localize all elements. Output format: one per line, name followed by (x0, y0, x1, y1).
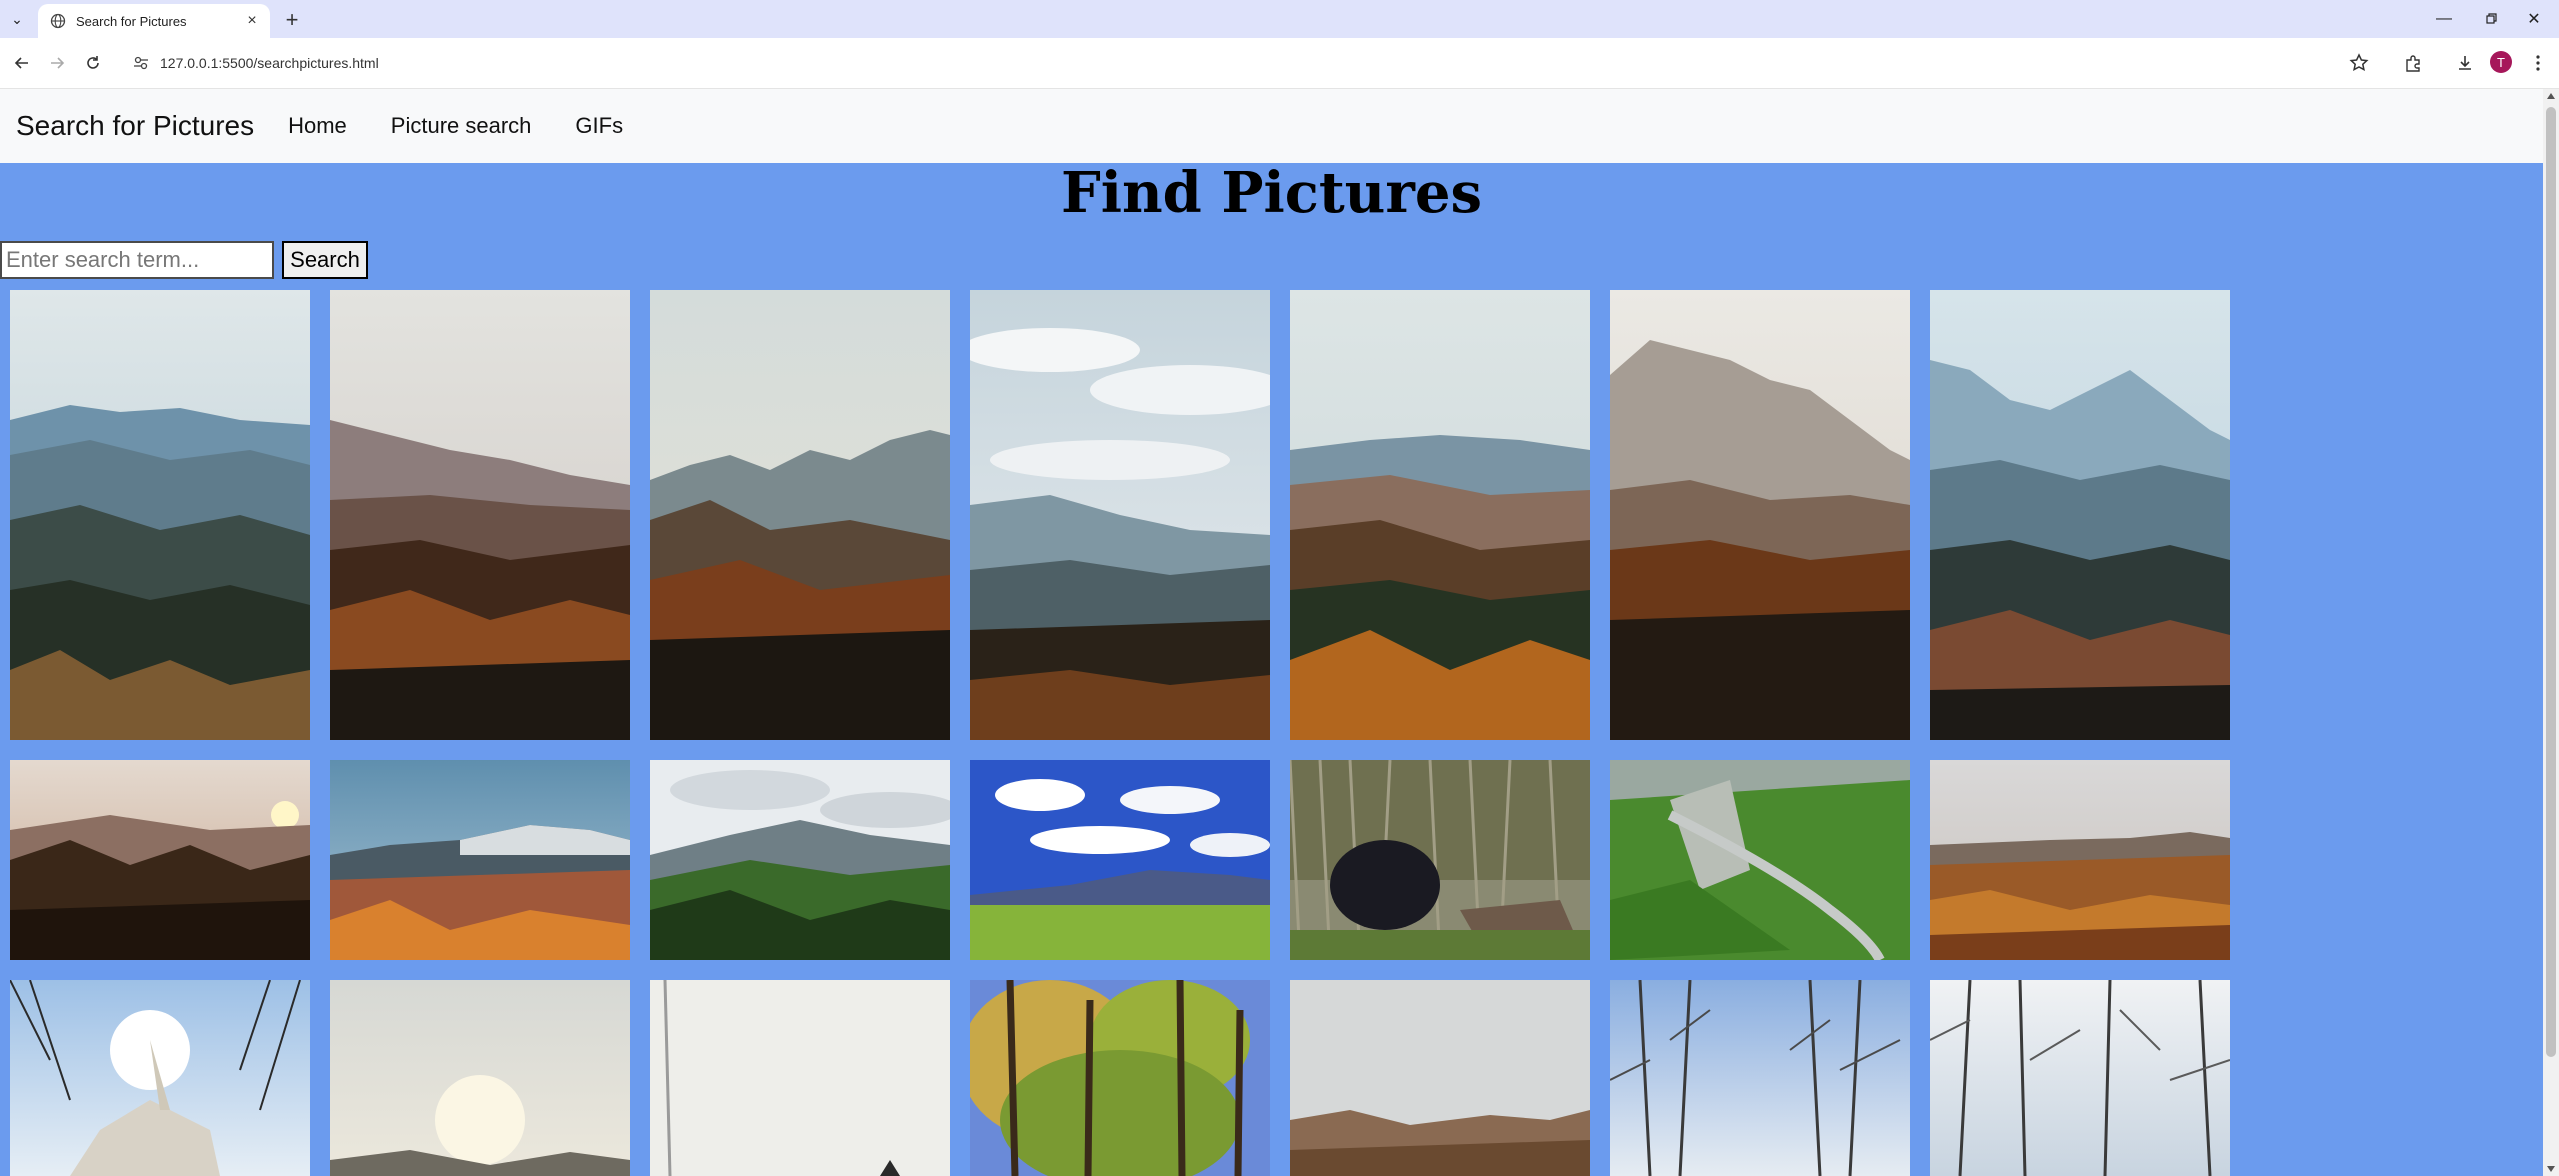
browser-tab-active[interactable]: Search for Pictures × (38, 4, 270, 38)
globe-icon (50, 13, 66, 29)
minimize-icon[interactable]: — (2424, 6, 2464, 32)
gallery-photo[interactable] (650, 760, 950, 960)
gallery-photo[interactable] (330, 980, 630, 1176)
nav-link-picture-search[interactable]: Picture search (391, 113, 532, 139)
gallery-photo[interactable] (1290, 760, 1590, 960)
extensions-icon[interactable] (2400, 50, 2426, 76)
gallery-photo[interactable] (1930, 980, 2230, 1176)
gallery-photo[interactable] (1930, 290, 2230, 740)
gallery-photo[interactable] (1610, 290, 1910, 740)
site-navbar: Search for Pictures Home Picture search … (0, 89, 2543, 163)
bookmark-star-icon[interactable] (2348, 52, 2370, 74)
scrollbar-thumb[interactable] (2546, 107, 2556, 1057)
gallery-photo[interactable] (970, 760, 1270, 960)
tab-title: Search for Pictures (76, 13, 187, 29)
gallery-photo[interactable] (1610, 760, 1910, 960)
restore-icon[interactable] (2472, 6, 2512, 32)
url-text: 127.0.0.1:5500/searchpictures.html (160, 55, 379, 71)
gallery-photo[interactable] (330, 760, 630, 960)
site-info-icon[interactable] (132, 54, 150, 72)
gallery-photo[interactable] (650, 980, 950, 1176)
close-tab-icon[interactable]: × (242, 11, 262, 31)
page-title: Find Pictures (1060, 160, 1483, 226)
gallery-photo[interactable] (330, 290, 630, 740)
profile-avatar[interactable]: T (2490, 51, 2512, 73)
nav-link-gifs[interactable]: GIFs (575, 113, 623, 139)
browser-toolbar: 127.0.0.1:5500/searchpictures.html T (0, 38, 2559, 89)
navbar-brand[interactable]: Search for Pictures (16, 110, 254, 142)
gallery-photo[interactable] (10, 760, 310, 960)
search-input[interactable] (0, 241, 274, 279)
browser-tabstrip: ⌄ Search for Pictures × + — ✕ (0, 0, 2559, 38)
scroll-down-icon[interactable] (2547, 1166, 2555, 1172)
gallery-photo[interactable] (10, 980, 310, 1176)
scroll-up-icon[interactable] (2547, 93, 2555, 99)
gallery-photo[interactable] (1930, 760, 2230, 960)
forward-icon[interactable] (44, 50, 70, 76)
reload-icon[interactable] (80, 50, 106, 76)
gallery-photo[interactable] (10, 290, 310, 740)
new-tab-button[interactable]: + (280, 7, 304, 32)
close-window-icon[interactable]: ✕ (2514, 6, 2554, 32)
tab-search-button[interactable]: ⌄ (6, 8, 28, 30)
downloads-icon[interactable] (2452, 50, 2478, 76)
nav-link-home[interactable]: Home (288, 113, 347, 139)
address-bar[interactable]: 127.0.0.1:5500/searchpictures.html (122, 46, 2372, 80)
page-scrollbar[interactable] (2543, 89, 2559, 1176)
search-button[interactable]: Search (282, 241, 368, 279)
gallery-photo[interactable] (650, 290, 950, 740)
gallery-photo[interactable] (1290, 290, 1590, 740)
kebab-menu-icon[interactable] (2525, 50, 2551, 76)
gallery-photo[interactable] (970, 980, 1270, 1176)
gallery-photo[interactable] (970, 290, 1270, 740)
back-icon[interactable] (9, 50, 35, 76)
gallery-photo[interactable] (1610, 980, 1910, 1176)
gallery-photo[interactable] (1290, 980, 1590, 1176)
